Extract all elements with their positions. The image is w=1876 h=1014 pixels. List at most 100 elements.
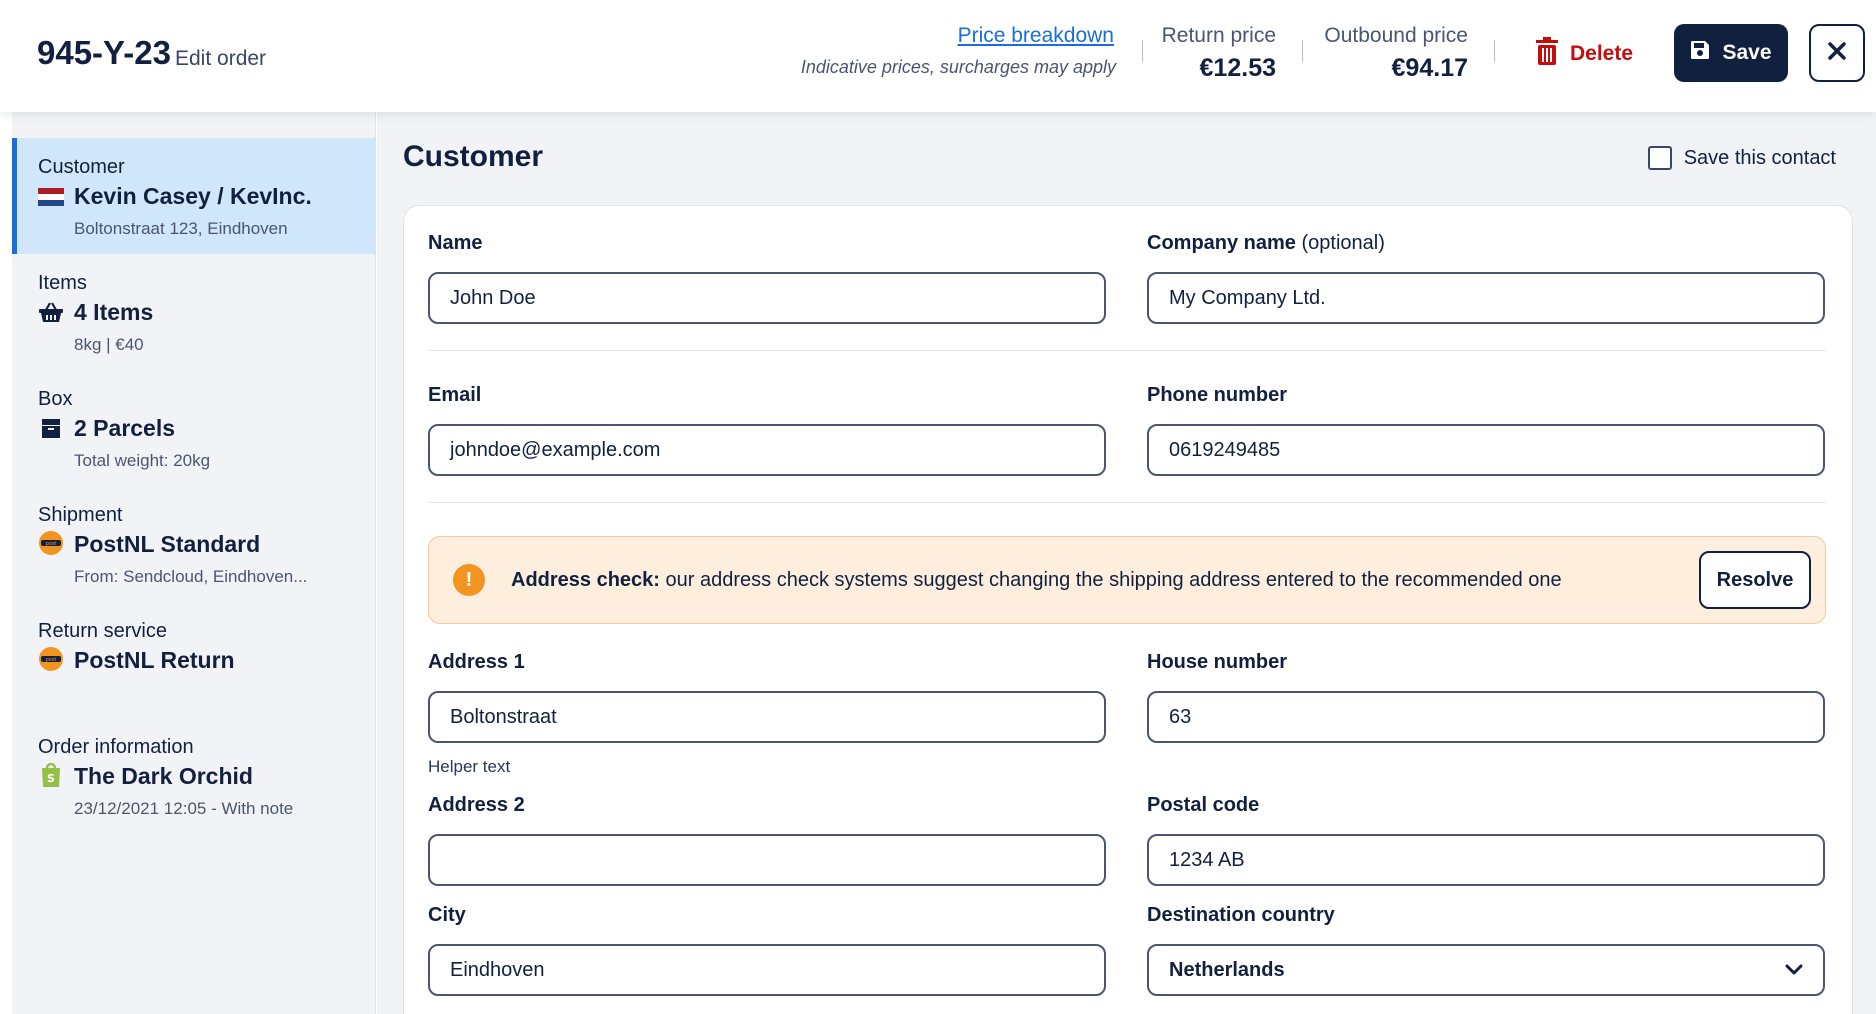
save-contact-checkbox[interactable]: Save this contact bbox=[1647, 146, 1836, 170]
sidebar-item-shipment[interactable]: Shipment post PostNL Standard From: Send… bbox=[12, 486, 376, 602]
close-button[interactable] bbox=[1809, 24, 1865, 82]
email-label: Email bbox=[428, 384, 482, 406]
city-input[interactable]: Eindhoven bbox=[428, 944, 1106, 996]
price-note: Indicative prices, surcharges may apply bbox=[800, 57, 1116, 77]
email-field-group: Email johndoe@example.com bbox=[428, 384, 1106, 476]
sidebar-item-subtitle: Boltonstraat 123, Eindhoven bbox=[74, 219, 288, 238]
sidebar-item-title: 2 Parcels bbox=[74, 415, 176, 441]
name-label: Name bbox=[428, 232, 483, 254]
sidebar-item-category: Return service bbox=[38, 620, 167, 642]
shopify-icon: S bbox=[38, 762, 64, 787]
country-field-group: Destination country Netherlands bbox=[1147, 904, 1825, 996]
email-input[interactable]: johndoe@example.com bbox=[428, 424, 1106, 476]
city-label: City bbox=[428, 904, 466, 926]
svg-text:S: S bbox=[47, 772, 55, 785]
sidebar-item-subtitle: Total weight: 20kg bbox=[74, 451, 211, 470]
sidebar-item-customer[interactable]: Customer Kevin Casey / KevInc. Boltonstr… bbox=[12, 138, 376, 254]
address1-helper-text: Helper text bbox=[428, 757, 511, 776]
close-icon bbox=[1827, 41, 1847, 66]
address1-label: Address 1 bbox=[428, 651, 525, 673]
sidebar: Customer Kevin Casey / KevInc. Boltonstr… bbox=[12, 112, 376, 1014]
sidebar-item-return-service[interactable]: Return service post PostNL Return bbox=[12, 602, 376, 718]
address1-field-group: Address 1 Boltonstraat Helper text bbox=[428, 651, 1106, 777]
name-field-group: Name John Doe bbox=[428, 232, 1106, 324]
sidebar-item-title: PostNL Return bbox=[74, 647, 235, 673]
warning-icon: ! bbox=[453, 564, 485, 596]
sidebar-item-order-information[interactable]: Order information S The Dark Orchid 23/1… bbox=[12, 718, 376, 834]
divider bbox=[1494, 40, 1495, 62]
postnl-icon: post bbox=[38, 647, 64, 671]
name-input[interactable]: John Doe bbox=[428, 272, 1106, 324]
country-select[interactable]: Netherlands bbox=[1147, 944, 1825, 996]
house-number-label: House number bbox=[1147, 651, 1288, 673]
price-breakdown-link[interactable]: Price breakdown bbox=[958, 24, 1114, 48]
customer-form-card: Name John Doe Company name (optional) My… bbox=[403, 205, 1853, 1014]
sidebar-item-title: PostNL Standard bbox=[74, 531, 261, 557]
main-content: Customer Save this contact Name John Doe… bbox=[377, 112, 1876, 1014]
city-field-group: City Eindhoven bbox=[428, 904, 1106, 996]
divider bbox=[1142, 40, 1143, 62]
address2-input[interactable] bbox=[428, 834, 1106, 886]
sidebar-item-subtitle: From: Sendcloud, Eindhoven... bbox=[74, 567, 308, 586]
postnl-icon: post bbox=[38, 531, 64, 555]
postal-code-label: Postal code bbox=[1147, 794, 1260, 816]
country-selected-value: Netherlands bbox=[1169, 958, 1285, 981]
save-button[interactable]: Save bbox=[1674, 24, 1788, 82]
return-price-label: Return price bbox=[1161, 24, 1276, 47]
save-label: Save bbox=[1722, 41, 1772, 64]
company-input[interactable]: My Company Ltd. bbox=[1147, 272, 1825, 324]
sidebar-item-title: 4 Items bbox=[74, 299, 154, 325]
sidebar-item-title: Kevin Casey / KevInc. bbox=[74, 183, 312, 209]
sidebar-item-title: The Dark Orchid bbox=[74, 763, 253, 789]
delete-button[interactable]: Delete bbox=[1534, 36, 1633, 72]
divider bbox=[1302, 40, 1303, 62]
alert-text: Address check: our address check systems… bbox=[511, 569, 1562, 592]
sidebar-item-category: Order information bbox=[38, 736, 194, 758]
sidebar-item-category: Box bbox=[38, 388, 73, 410]
postal-code-field-group: Postal code 1234 AB bbox=[1147, 794, 1825, 886]
svg-text:post: post bbox=[46, 657, 57, 663]
divider bbox=[428, 350, 1826, 351]
company-label-text: Company name bbox=[1147, 232, 1296, 254]
sidebar-item-subtitle: 8kg | €40 bbox=[74, 335, 144, 354]
trash-icon bbox=[1534, 37, 1560, 71]
chevron-down-icon bbox=[1785, 959, 1803, 982]
sidebar-item-items[interactable]: Items 4 Items 8kg | €40 bbox=[12, 254, 376, 370]
phone-field-group: Phone number 0619249485 bbox=[1147, 384, 1825, 476]
checkbox[interactable] bbox=[1647, 146, 1672, 170]
save-contact-label: Save this contact bbox=[1683, 146, 1836, 169]
outbound-price-label: Outbound price bbox=[1324, 24, 1468, 47]
top-bar: 945-Y-23 Edit order Price breakdown Indi… bbox=[0, 0, 1876, 112]
address-check-alert: ! Address check: our address check syste… bbox=[428, 536, 1826, 624]
divider bbox=[428, 502, 1826, 503]
order-id: 945-Y-23 bbox=[37, 34, 171, 71]
company-label: Company name (optional) bbox=[1147, 232, 1825, 258]
return-price: Return price €12.53 bbox=[1162, 24, 1276, 83]
sidebar-item-subtitle: 23/12/2021 12:05 - With note bbox=[74, 799, 294, 818]
edit-order-label: Edit order bbox=[175, 47, 267, 70]
address2-label: Address 2 bbox=[428, 794, 525, 816]
basket-icon bbox=[38, 300, 64, 324]
sidebar-item-category: Items bbox=[38, 272, 87, 294]
optional-tag: (optional) bbox=[1301, 232, 1385, 254]
address1-input[interactable]: Boltonstraat bbox=[428, 691, 1106, 743]
address2-field-group: Address 2 bbox=[428, 794, 1106, 886]
company-field-group: Company name (optional) My Company Ltd. bbox=[1147, 232, 1825, 324]
house-number-input[interactable]: 63 bbox=[1147, 691, 1825, 743]
house-number-field-group: House number 63 bbox=[1147, 651, 1825, 743]
outbound-price-value: €94.17 bbox=[1391, 54, 1468, 82]
sidebar-item-category: Customer bbox=[38, 156, 125, 178]
return-price-value: €12.53 bbox=[1199, 54, 1276, 82]
postal-code-input[interactable]: 1234 AB bbox=[1147, 834, 1825, 886]
svg-text:post: post bbox=[46, 541, 57, 547]
netherlands-flag-icon bbox=[38, 185, 64, 209]
box-icon bbox=[38, 416, 64, 440]
sidebar-item-box[interactable]: Box 2 Parcels Total weight: 20kg bbox=[12, 370, 376, 486]
phone-input[interactable]: 0619249485 bbox=[1147, 424, 1825, 476]
country-label: Destination country bbox=[1147, 904, 1335, 926]
delete-label: Delete bbox=[1570, 42, 1634, 65]
floppy-disk-icon bbox=[1690, 40, 1710, 66]
resolve-button[interactable]: Resolve bbox=[1699, 551, 1811, 609]
sidebar-item-category: Shipment bbox=[38, 504, 123, 526]
phone-label: Phone number bbox=[1147, 384, 1288, 406]
